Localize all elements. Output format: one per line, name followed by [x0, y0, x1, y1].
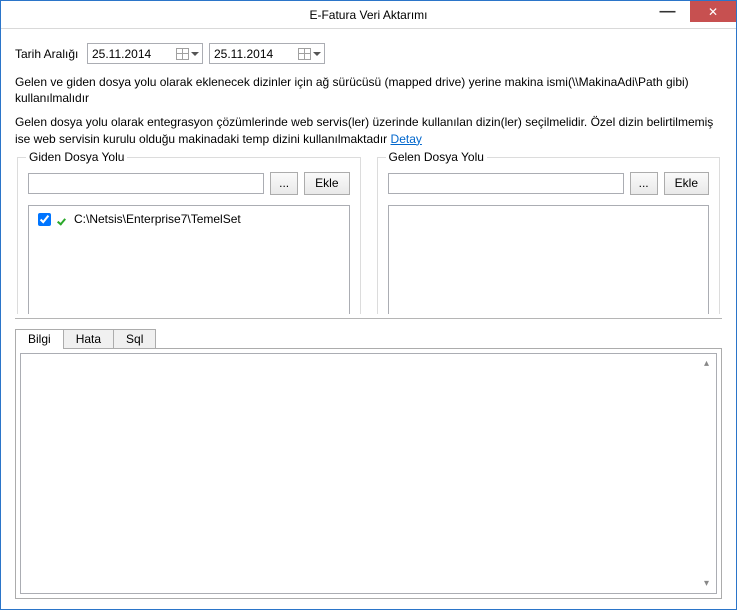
window-title: E-Fatura Veri Aktarımı	[1, 8, 736, 22]
tab-sql[interactable]: Sql	[113, 329, 156, 348]
info-text-2: Gelen dosya yolu olarak entegrasyon çözü…	[15, 115, 713, 145]
tab-hata[interactable]: Hata	[63, 329, 114, 348]
info-text-2-container: Gelen dosya yolu olarak entegrasyon çözü…	[15, 114, 722, 146]
incoming-browse-button[interactable]: ...	[630, 172, 658, 195]
outgoing-browse-button[interactable]: ...	[270, 172, 298, 195]
outgoing-list[interactable]: C:\Netsis\Enterprise7\TemelSet	[28, 205, 350, 314]
tab-panel: ▴ ▾	[15, 348, 722, 600]
calendar-icon[interactable]	[176, 48, 199, 60]
divider	[15, 318, 722, 319]
titlebar: E-Fatura Veri Aktarımı — ✕	[1, 1, 736, 29]
incoming-path-input[interactable]	[388, 173, 624, 194]
list-item[interactable]: C:\Netsis\Enterprise7\TemelSet	[34, 210, 344, 229]
date-to-input[interactable]	[214, 47, 292, 61]
incoming-add-button[interactable]: Ekle	[664, 172, 709, 195]
incoming-group: Gelen Dosya Yolu ... Ekle	[377, 157, 721, 314]
detail-link[interactable]: Detay	[391, 132, 422, 146]
check-icon	[58, 214, 70, 224]
outgoing-path-input[interactable]	[28, 173, 264, 194]
folder-groups: Giden Dosya Yolu ... Ekle C:\Netsis\Ente…	[15, 157, 722, 314]
scroll-up-icon[interactable]: ▴	[699, 356, 714, 371]
tab-strip: Bilgi Hata Sql	[15, 329, 722, 348]
item-checkbox[interactable]	[38, 213, 51, 226]
outgoing-group: Giden Dosya Yolu ... Ekle C:\Netsis\Ente…	[17, 157, 361, 314]
window-controls: — ✕	[645, 1, 736, 22]
app-window: E-Fatura Veri Aktarımı — ✕ Tarih Aralığı…	[0, 0, 737, 610]
tab-bilgi[interactable]: Bilgi	[15, 329, 64, 349]
date-from-picker[interactable]	[87, 43, 203, 64]
scroll-down-icon[interactable]: ▾	[699, 576, 714, 591]
info-text-1: Gelen ve giden dosya yolu olarak eklenec…	[15, 74, 722, 106]
date-from-input[interactable]	[92, 47, 170, 61]
minimize-button[interactable]: —	[645, 1, 690, 22]
outgoing-title: Giden Dosya Yolu	[26, 150, 127, 164]
item-path: C:\Netsis\Enterprise7\TemelSet	[74, 211, 241, 228]
incoming-title: Gelen Dosya Yolu	[386, 150, 487, 164]
log-tabs-area: Bilgi Hata Sql ▴ ▾	[15, 329, 722, 600]
date-range-row: Tarih Aralığı	[15, 43, 722, 64]
date-range-label: Tarih Aralığı	[15, 47, 81, 61]
close-button[interactable]: ✕	[690, 1, 736, 22]
log-textarea[interactable]: ▴ ▾	[20, 353, 717, 595]
date-to-picker[interactable]	[209, 43, 325, 64]
outgoing-add-button[interactable]: Ekle	[304, 172, 349, 195]
incoming-list[interactable]	[388, 205, 710, 314]
calendar-icon[interactable]	[298, 48, 321, 60]
